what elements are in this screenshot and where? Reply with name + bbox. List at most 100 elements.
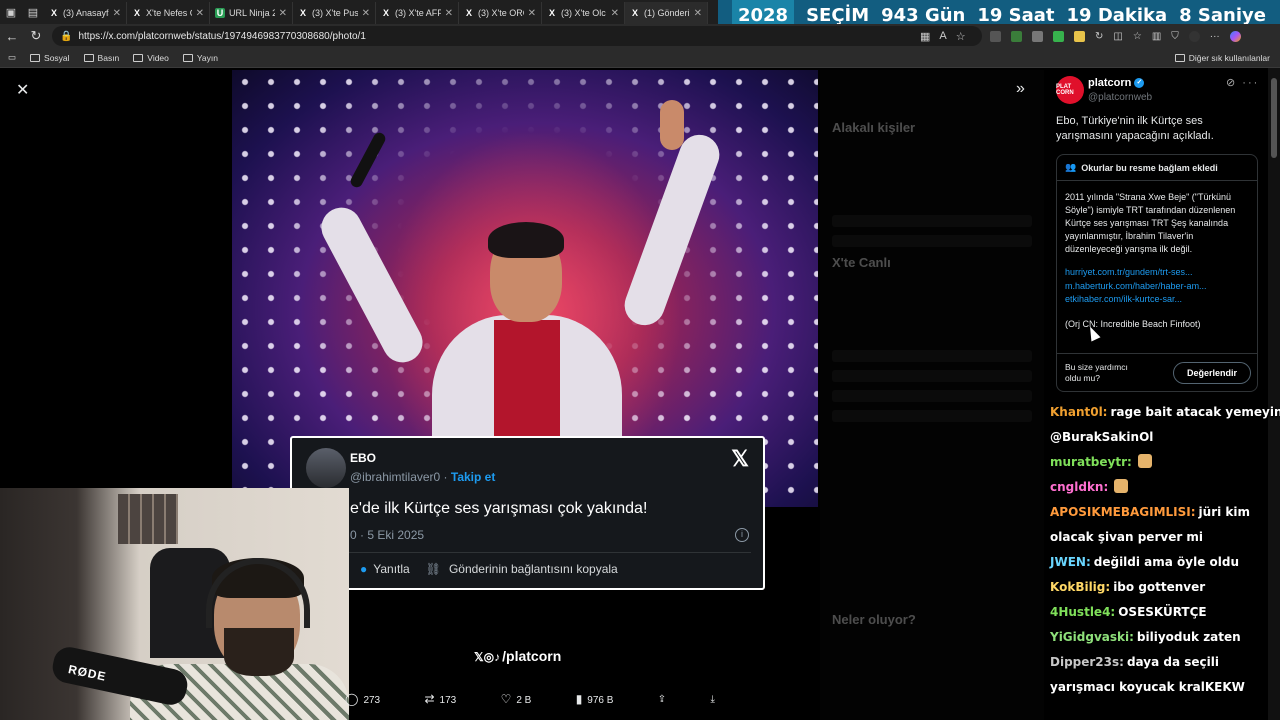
author-handle[interactable]: @platcornweb — [1088, 92, 1152, 103]
link-icon: ⛓ — [425, 562, 441, 576]
refresh-extension-icon[interactable]: ↻ — [1095, 31, 1103, 42]
extension-icon[interactable] — [1074, 30, 1085, 42]
reload-icon[interactable]: ↻ — [24, 28, 48, 44]
grok-icon[interactable]: ⊘ — [1226, 77, 1237, 89]
extension-icon[interactable] — [1011, 30, 1022, 42]
collections-icon[interactable]: ▥ — [1152, 31, 1161, 42]
note-link[interactable]: etkihaber.com/ilk-kurtce-sar... — [1065, 293, 1249, 307]
bookmark-folder[interactable]: Video — [133, 53, 169, 63]
url-field[interactable]: 🔒 https://x.com/platcornweb/status/19749… — [52, 26, 982, 46]
browser-tab[interactable]: U URL Ninja 2 ✕ — [210, 2, 293, 24]
close-tab-icon[interactable]: ✕ — [113, 8, 121, 19]
other-favorites[interactable]: Diğer sık kullanılanlar — [1174, 48, 1270, 68]
countdown-days: 943 Gün — [881, 4, 966, 26]
avatar[interactable] — [306, 448, 346, 488]
browser-tab[interactable]: X (3) X'te Pus ✕ — [293, 2, 376, 24]
tweet-date[interactable]: 0 · 5 Eki 2025 — [350, 528, 424, 542]
bookmark-label: Yayın — [196, 52, 218, 63]
workspaces-icon[interactable]: ▣ — [0, 0, 22, 24]
browser-tab[interactable]: X (3) Anasayfa ✕ — [44, 2, 127, 24]
close-tab-icon[interactable]: ✕ — [279, 8, 287, 19]
tweet-author-handle[interactable]: @ibrahimtilaver0 — [350, 470, 440, 484]
share-icon[interactable]: ⇪ — [658, 694, 666, 705]
browser-tab[interactable]: X (3) X'te AFP ✕ — [376, 2, 459, 24]
split-screen-icon[interactable]: ◫ — [1113, 31, 1122, 42]
tab-title: (3) X'te ORC — [478, 8, 524, 18]
close-tab-icon[interactable]: ✕ — [196, 8, 204, 19]
copilot-icon[interactable] — [1229, 30, 1241, 42]
browser-tab[interactable]: X (1) Gönderi ✕ — [625, 2, 708, 24]
community-note: 👥 Okurlar bu resme bağlam ekledi 2011 yıl… — [1056, 154, 1258, 392]
follow-button[interactable]: Takip et — [451, 470, 495, 484]
lock-icon: 🔒 — [60, 30, 73, 42]
favorite-star-icon[interactable]: ☆ — [956, 30, 966, 43]
profile-avatar[interactable] — [1188, 30, 1200, 42]
chat-message: YiGidgvaski: biliyoduk zaten — [1050, 629, 1272, 654]
x-logo-icon[interactable]: 𝕏 — [731, 446, 749, 472]
more-options-icon[interactable]: ··· — [1242, 77, 1259, 89]
countdown-seconds: 8 Saniye — [1179, 4, 1266, 26]
extension-icon[interactable] — [1032, 30, 1043, 42]
bookmark-folder[interactable]: Yayın — [182, 52, 218, 63]
bookmark-folder[interactable]: Sosyal — [30, 53, 70, 63]
address-bar-row: ← ↻ 🔒 https://x.com/platcornweb/status/1… — [0, 24, 1280, 48]
close-tab-icon[interactable]: ✕ — [611, 8, 619, 19]
close-tab-icon[interactable]: ✕ — [528, 8, 536, 19]
read-aloud-icon[interactable]: A — [939, 30, 946, 42]
reply-button[interactable]: ◯ 273 — [345, 692, 380, 706]
tab-actions-icon[interactable]: ▤ — [22, 0, 44, 24]
expand-panel-icon[interactable]: » — [1016, 80, 1025, 98]
note-link[interactable]: hurriyet.com.tr/gundem/trt-ses... — [1065, 266, 1249, 280]
rate-button[interactable]: Değerlendir — [1173, 362, 1251, 384]
tweet-author-name[interactable]: EBO — [350, 451, 376, 465]
chat-username: JWEN: — [1050, 555, 1091, 569]
extension-icon[interactable] — [990, 30, 1001, 42]
favorites-icon[interactable]: ☆ — [1133, 31, 1142, 42]
close-tab-icon[interactable]: ✕ — [362, 8, 370, 19]
shield-icon[interactable]: ⛉ — [1171, 31, 1179, 42]
verified-badge-icon: ✓ — [1134, 78, 1145, 89]
avatar[interactable]: PLAT CORN — [1056, 76, 1084, 104]
copy-link-button[interactable]: ⛓ Gönderinin bağlantısını kopyala — [426, 562, 618, 576]
countdown-minutes: 19 Dakika — [1066, 4, 1168, 26]
folder-icon — [182, 53, 193, 62]
info-icon[interactable]: i — [735, 528, 749, 542]
countdown-hours: 19 Saat — [977, 4, 1055, 26]
download-icon[interactable]: ⤓ — [711, 694, 715, 705]
chat-text: değildi ama öyle oldu — [1093, 555, 1240, 569]
bookmark-menu-icon[interactable]: ▭ — [8, 52, 16, 63]
close-tab-icon[interactable]: ✕ — [445, 8, 453, 19]
like-button[interactable]: ♡ 2 B — [501, 692, 532, 706]
author-name[interactable]: platcorn — [1088, 77, 1131, 89]
url-ninja-icon: U — [215, 8, 225, 18]
bookmark-label: Diğer sık kullanılanlar — [1188, 53, 1270, 63]
x-logo-icon: X — [299, 8, 306, 18]
close-icon[interactable]: ✕ — [16, 80, 29, 100]
browser-tab[interactable]: X X'te Nefes Ç ✕ — [127, 2, 210, 24]
section-heading: Neler oluyor? — [832, 612, 916, 627]
folder-icon — [133, 53, 144, 62]
browser-tab[interactable]: X (3) X'te ORC ✕ — [459, 2, 542, 24]
tab-title: (3) X'te Olc — [561, 8, 606, 18]
note-link[interactable]: m.haberturk.com/haber/haber-am... — [1065, 280, 1249, 294]
people-icon: 👥 — [1065, 162, 1077, 172]
chat-text: daya da seçili — [1126, 655, 1219, 669]
reader-view-icon[interactable]: ▦ — [920, 30, 930, 43]
close-tab-icon[interactable]: ✕ — [694, 8, 702, 19]
section-heading: X'te Canlı — [832, 255, 891, 270]
reply-button[interactable]: ● Yanıtla — [360, 562, 410, 576]
tweet-text: e'de ilk Kürtçe ses yarışması çok yakınd… — [350, 500, 648, 517]
extension-icon[interactable] — [1053, 30, 1064, 42]
photo-watermark: 𝕏◎♪/platcorn — [474, 648, 562, 664]
browser-tab[interactable]: X (3) X'te Olc ✕ — [542, 2, 625, 24]
back-icon[interactable]: ← — [0, 29, 24, 44]
chat-message: JWEN: değildi ama öyle oldu — [1050, 554, 1272, 579]
social-icons: 𝕏◎♪ — [474, 650, 501, 664]
bookmark-folder[interactable]: Basın — [83, 53, 119, 63]
more-menu-icon[interactable]: ··· — [1210, 31, 1220, 42]
repost-button[interactable]: ⇄ 173 — [424, 692, 456, 706]
url-text: https://x.com/platcornweb/status/1974946… — [78, 30, 366, 42]
views-button[interactable]: ▮ 976 B — [576, 692, 614, 706]
tab-title: (3) X'te Pus — [312, 8, 358, 18]
stream-chat-overlay: Khant0l: rage bait atacak yemeyin @BurakSa… — [1050, 404, 1280, 704]
